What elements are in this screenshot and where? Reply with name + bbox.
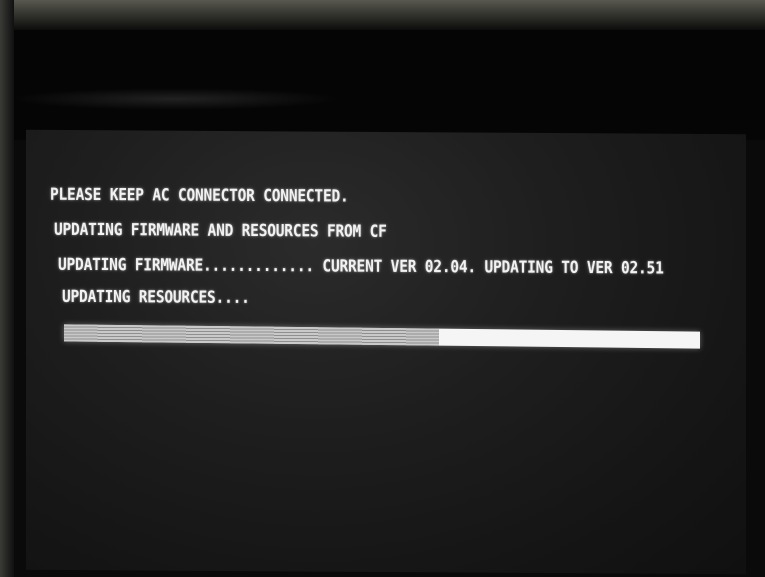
monitor-bezel bbox=[0, 30, 765, 140]
photo-frame: PLEASE KEEP AC CONNECTOR CONNECTED. UPDA… bbox=[0, 0, 765, 577]
monitor-bezel-top bbox=[0, 0, 765, 30]
updating-source-message: UPDATING FIRMWARE AND RESOURCES FROM CF bbox=[54, 220, 387, 242]
firmware-update-status: UPDATING FIRMWARE............. CURRENT V… bbox=[58, 255, 664, 279]
monitor-bezel-left bbox=[0, 0, 14, 577]
resources-update-status: UPDATING RESOURCES.... bbox=[62, 288, 250, 308]
screen-reflection bbox=[10, 88, 340, 110]
firmware-update-screen: PLEASE KEEP AC CONNECTOR CONNECTED. UPDA… bbox=[26, 129, 746, 575]
update-progress-bar bbox=[64, 324, 700, 349]
keep-ac-connected-message: PLEASE KEEP AC CONNECTOR CONNECTED. bbox=[50, 185, 349, 207]
update-progress-fill bbox=[64, 324, 440, 346]
